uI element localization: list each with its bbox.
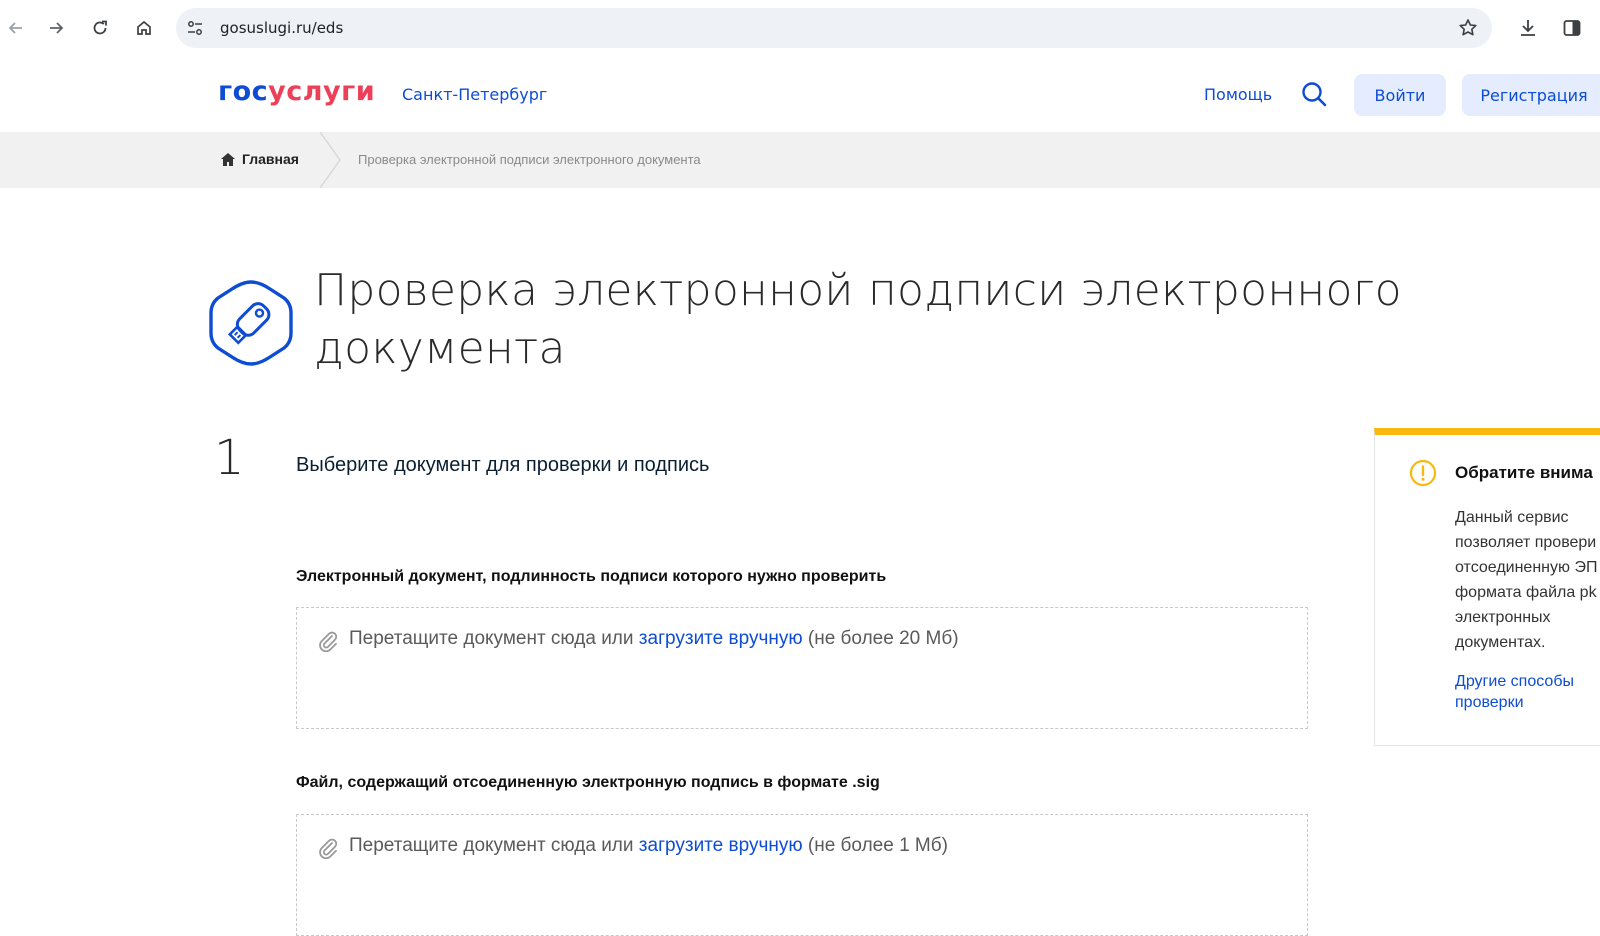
paperclip-icon	[319, 631, 338, 652]
paperclip-icon	[319, 838, 338, 859]
logo-part-gos: гос	[218, 76, 269, 107]
drop-prefix: Перетащите документ сюда или	[349, 835, 639, 856]
breadcrumb-separator	[319, 132, 341, 188]
address-bar[interactable]: gosuslugi.ru/eds	[176, 8, 1492, 48]
region-selector[interactable]: Санкт-Петербург	[402, 85, 547, 104]
notice-body: Данный сервис позволяет провери отсоедин…	[1455, 509, 1598, 651]
bookmark-star-icon[interactable]	[1458, 18, 1478, 38]
site-header: госуслуги Санкт-Петербург Помощь Войти Р…	[0, 56, 1600, 132]
breadcrumb-home[interactable]: Главная	[220, 151, 299, 167]
search-icon[interactable]	[1300, 80, 1328, 108]
signature-drop-zone[interactable]: Перетащите документ сюда или загрузите в…	[296, 814, 1308, 936]
notice-card: Обратите внима Данный сервис позволяет п…	[1374, 428, 1600, 746]
warning-icon	[1409, 459, 1437, 487]
step-number: 1	[214, 430, 245, 486]
home-icon[interactable]	[130, 14, 158, 42]
help-link[interactable]: Помощь	[1204, 85, 1272, 104]
forward-icon[interactable]	[42, 14, 70, 42]
breadcrumb-home-label: Главная	[242, 151, 299, 167]
upload-manually-link[interactable]: загрузите вручную	[639, 628, 803, 649]
other-methods-link[interactable]: Другие способы проверки	[1455, 671, 1600, 713]
home-icon	[221, 152, 235, 166]
logo-part-uslugi: услуги	[268, 76, 376, 107]
document-drop-zone[interactable]: Перетащите документ сюда или загрузите в…	[296, 607, 1308, 729]
notice-title: Обратите внима	[1455, 463, 1593, 482]
signature-field-label: Файл, содержащий отсоединенную электронн…	[296, 774, 880, 791]
upload-manually-link[interactable]: загрузите вручную	[639, 835, 803, 856]
drop-zone-text: Перетащите документ сюда или загрузите в…	[349, 628, 959, 650]
page-title: Проверка электронной подписи электронног…	[314, 265, 1402, 374]
register-button[interactable]: Регистрация	[1462, 74, 1600, 116]
drop-prefix: Перетащите документ сюда или	[349, 628, 639, 649]
drop-zone-text: Перетащите документ сюда или загрузите в…	[349, 835, 948, 857]
browser-toolbar: gosuslugi.ru/eds	[0, 0, 1600, 57]
usb-signature-icon	[209, 280, 293, 366]
back-icon[interactable]	[2, 14, 30, 42]
url-text[interactable]: gosuslugi.ru/eds	[220, 19, 343, 37]
site-settings-icon[interactable]	[186, 19, 204, 37]
side-panel-icon[interactable]	[1558, 14, 1586, 42]
breadcrumb: Главная Проверка электронной подписи эле…	[0, 132, 1600, 188]
document-field-label: Электронный документ, подлинность подпис…	[296, 568, 887, 585]
size-limit: (не более 1 Мб)	[802, 835, 948, 856]
gosuslugi-logo[interactable]: госуслуги	[218, 76, 375, 107]
login-button[interactable]: Войти	[1354, 74, 1446, 116]
download-icon[interactable]	[1514, 14, 1542, 42]
step-title: Выберите документ для проверки и подпись	[296, 454, 710, 476]
reload-icon[interactable]	[86, 14, 114, 42]
breadcrumb-current: Проверка электронной подписи электронног…	[358, 152, 701, 167]
size-limit: (не более 20 Мб)	[802, 628, 959, 649]
